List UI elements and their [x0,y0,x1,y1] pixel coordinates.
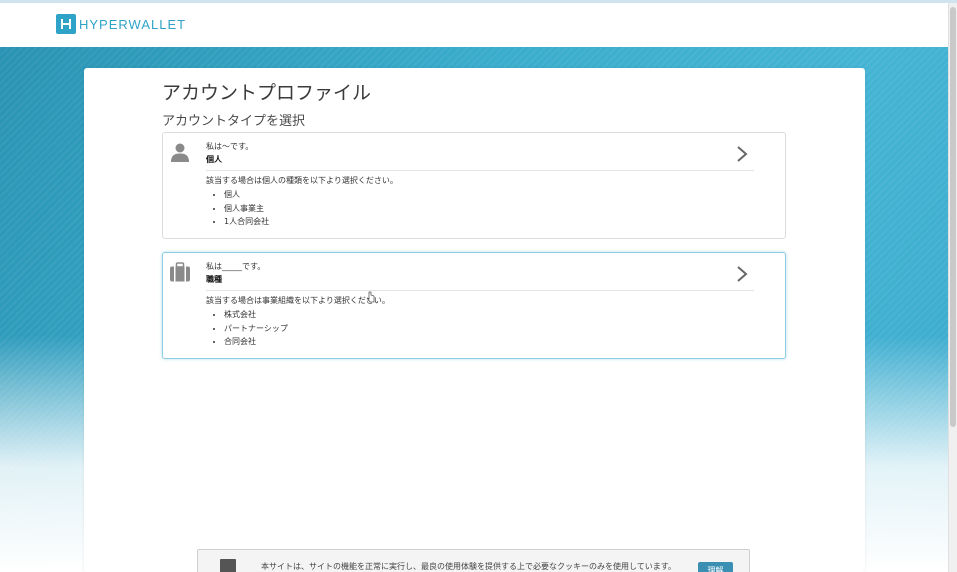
option-list: 個人 個人事業主 1人合同会社 [224,188,269,229]
option-description: 該当する場合は事業組織を以下より選択ください。 [206,296,390,305]
logo-text: HYPERWALLET [79,16,187,32]
list-item: 個人 [224,188,269,202]
account-type-option-individual[interactable]: 私は～です。 個人 該当する場合は個人の種類を以下より選択ください。 個人 個人… [162,132,786,239]
list-item: 個人事業主 [224,202,269,216]
chevron-right-icon[interactable] [735,145,749,163]
cookie-notice-bar: 本サイトは、サイトの機能を正常に実行し、最良の使用体験を提供する上で必要なクッキ… [197,549,750,572]
option-type: 職種 [206,275,222,284]
person-icon [169,141,191,163]
chevron-right-icon[interactable] [735,265,749,283]
scrollbar-thumb[interactable] [950,7,956,427]
hyperwallet-logo[interactable]: HYPERWALLET [56,14,186,34]
option-lead: 私は～です。 [206,142,254,151]
option-type: 個人 [206,155,222,164]
cookie-notice-text: 本サイトは、サイトの機能を正常に実行し、最良の使用体験を提供する上で必要なクッキ… [261,562,676,571]
option-lead: 私は_____です。 [206,262,266,271]
page-scrollbar[interactable] [948,3,957,572]
briefcase-icon [169,261,191,283]
cookie-notice-icon [220,559,236,572]
option-header: 私は_____です。 職種 [206,261,754,291]
mouse-cursor-icon [366,288,376,303]
list-item: 1人合同会社 [224,215,269,229]
account-type-option-business[interactable]: 私は_____です。 職種 該当する場合は事業組織を以下より選択ください。 株式… [162,252,786,359]
hyperwallet-logo-icon [56,14,76,34]
page-subtitle: アカウントタイプを選択 [162,114,306,129]
list-item: 合同会社 [224,335,288,349]
cookie-accept-button[interactable]: 理解 [698,562,733,572]
option-list: 株式会社 パートナーシップ 合同会社 [224,308,288,349]
list-item: 株式会社 [224,308,288,322]
account-profile-panel: アカウントプロファイル アカウントタイプを選択 私は～です。 個人 該当する場合… [84,68,865,572]
header-bar: HYPERWALLET [0,3,948,47]
option-description: 該当する場合は個人の種類を以下より選択ください。 [206,176,398,185]
list-item: パートナーシップ [224,322,288,336]
page-title: アカウントプロファイル [162,82,372,104]
option-header: 私は～です。 個人 [206,141,754,171]
